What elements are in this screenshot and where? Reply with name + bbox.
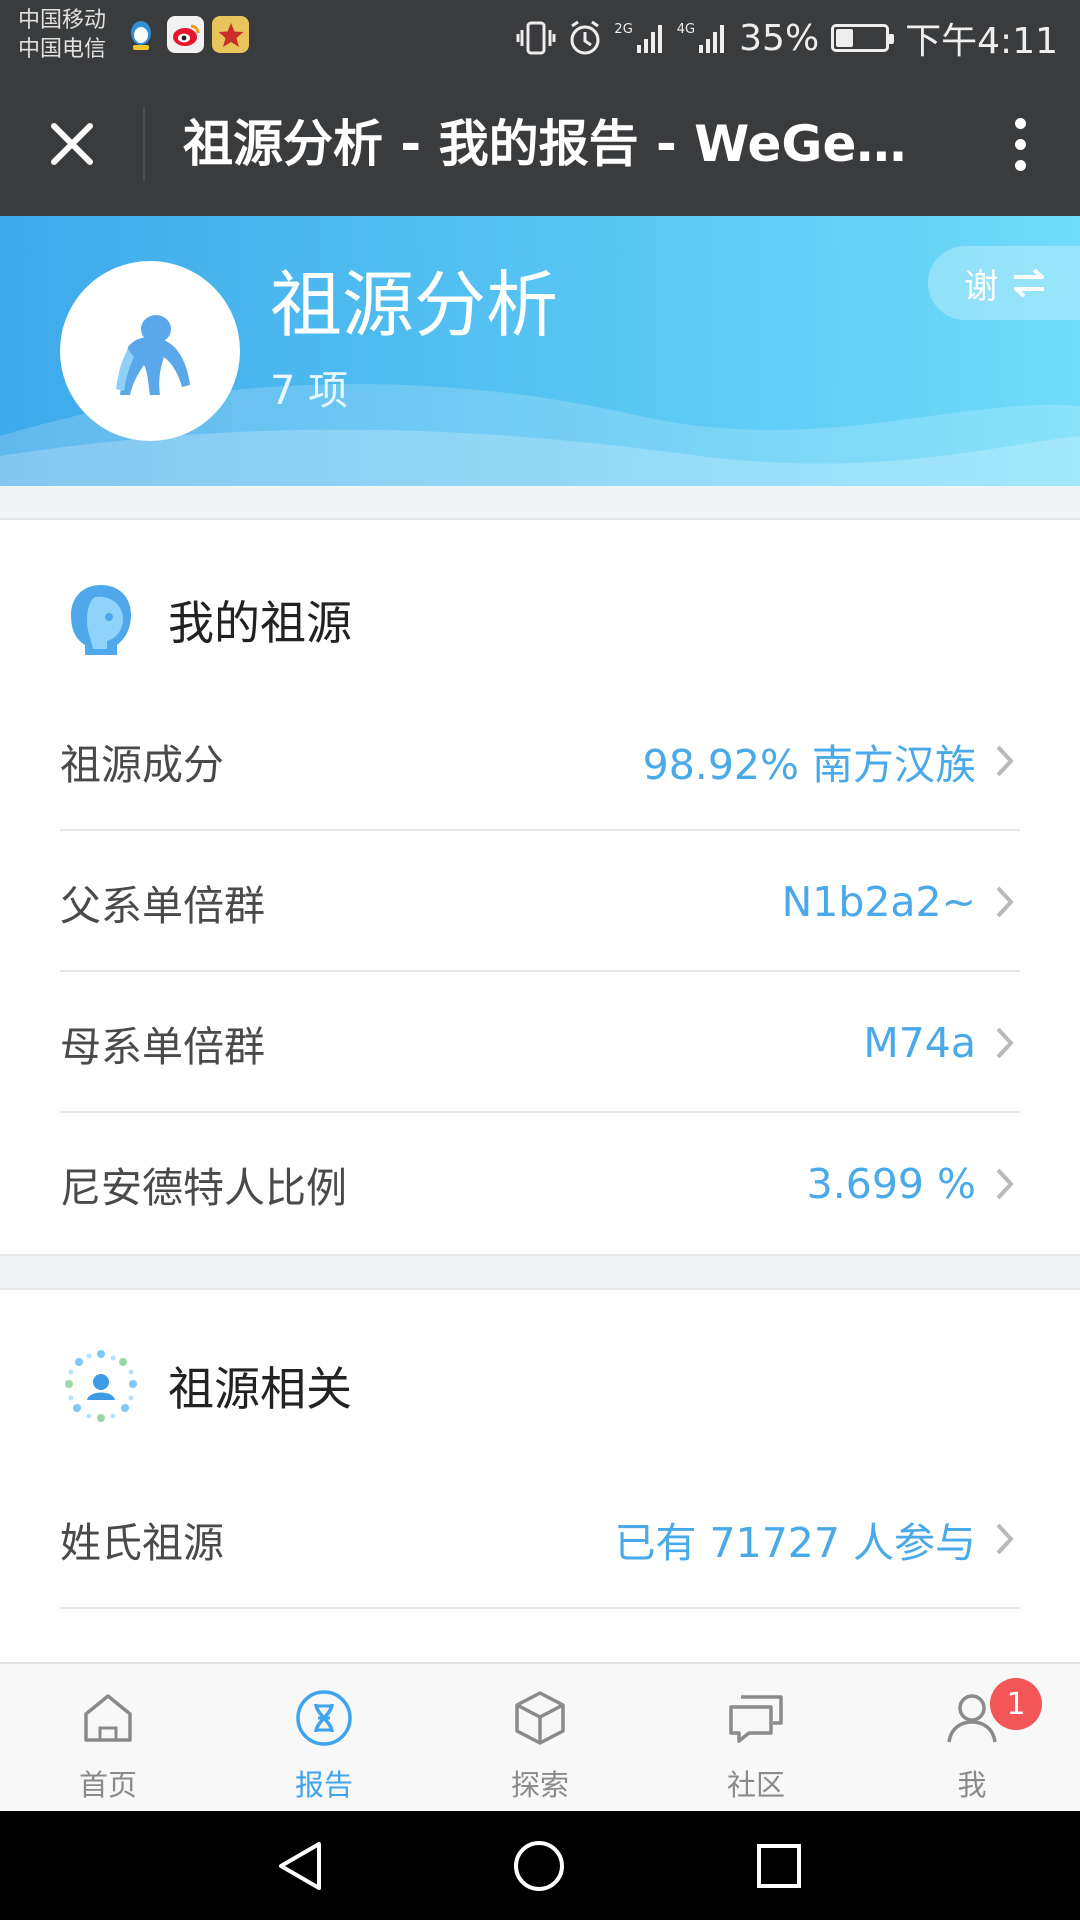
signal-icon [636, 25, 662, 53]
swap-arrows-icon [1014, 268, 1044, 298]
section-title: 我的祖源 [168, 596, 352, 650]
title-bar: 祖源分析 - 我的报告 - WeGen... [0, 71, 1080, 216]
back-button[interactable] [268, 1833, 334, 1899]
clock: 下午4:11 [905, 21, 1058, 62]
row-label: 祖源平均脸 [60, 1650, 265, 1663]
page-title: 祖源分析 - 我的报告 - WeGen... [183, 115, 923, 173]
more-dot [1014, 117, 1026, 129]
row-label: 姓氏祖源 [60, 1518, 224, 1567]
people-network-icon [60, 1345, 142, 1427]
row-value: 3.699 % [806, 1159, 976, 1208]
row-label: 父系单倍群 [60, 881, 265, 930]
section-header: 我的祖源 [60, 580, 352, 660]
chevron-right-icon [990, 1024, 1020, 1062]
ancestry-avatar [60, 261, 240, 441]
chevron-right-icon [990, 742, 1020, 780]
neanderthal-ratio-row[interactable]: 尼安德特人比例 3.699 % [60, 1113, 1020, 1254]
system-navigation-bar [0, 1811, 1080, 1920]
tab-community[interactable]: 社区 [648, 1664, 864, 1811]
home-circle-icon [514, 1841, 564, 1891]
dna-icon [292, 1686, 356, 1750]
recents-button[interactable] [746, 1833, 812, 1899]
tab-report[interactable]: 报告 [216, 1664, 432, 1811]
signal-2g: 2G [614, 23, 664, 53]
battery-icon [831, 24, 895, 52]
ape-icon [116, 315, 190, 395]
chat-icon [724, 1686, 788, 1750]
row-label: 祖源成分 [60, 740, 224, 789]
average-face-row[interactable]: 祖源平均脸 已有 11618 人参与 [60, 1609, 1020, 1663]
status-bar: 中国移动 中国电信 2G 4G 35% 下午4:11 [0, 0, 1080, 71]
row-label: 尼安德特人比例 [60, 1163, 347, 1212]
chevron-right-icon [990, 1165, 1020, 1203]
tab-label: 我 [957, 1768, 987, 1802]
section-title: 祖源相关 [168, 1362, 352, 1416]
row-label: 母系单倍群 [60, 1022, 265, 1071]
my-ancestry-section: 我的祖源 祖源成分 98.92% 南方汉族 父系单倍群 N1b2a2~ 母系单倍… [0, 520, 1080, 1254]
carrier-info: 中国移动 中国电信 [18, 6, 106, 64]
hero-banner: 祖源分析 7 项 谢 [0, 216, 1080, 486]
home-button[interactable] [506, 1833, 572, 1899]
row-value: 98.92% 南方汉族 [642, 740, 976, 789]
cube-icon [508, 1686, 572, 1750]
title-divider [143, 107, 145, 181]
tab-me[interactable]: 我 1 [864, 1664, 1080, 1811]
more-dot [1014, 159, 1026, 171]
more-menu-button[interactable] [990, 111, 1050, 177]
section-gap [0, 1254, 1080, 1290]
close-button[interactable] [30, 109, 114, 179]
notification-icons [122, 16, 249, 53]
paternal-haplogroup-row[interactable]: 父系单倍群 N1b2a2~ [60, 831, 1020, 972]
section-gap [0, 486, 1080, 520]
tab-explore[interactable]: 探索 [432, 1664, 648, 1811]
row-value: 已有 11618 人参与 [615, 1650, 977, 1663]
item-count: 7 项 [270, 368, 349, 414]
chevron-right-icon [990, 883, 1020, 921]
row-value: M74a [863, 1018, 976, 1067]
more-dot [1014, 138, 1026, 150]
hero-title: 祖源分析 [270, 263, 559, 347]
network-type-1: 2G [614, 22, 633, 37]
system-status: 2G 4G 35% 下午4:11 [516, 12, 1058, 64]
star-app-notification-icon [212, 16, 249, 53]
section-header: 祖源相关 [60, 1346, 352, 1426]
home-icon [76, 1686, 140, 1750]
surname-ancestry-row[interactable]: 姓氏祖源 已有 71727 人参与 [60, 1468, 1020, 1609]
carrier-1: 中国移动 [18, 8, 107, 33]
tab-label: 社区 [726, 1768, 785, 1802]
weibo-notification-icon [167, 16, 204, 53]
row-value: N1b2a2~ [781, 877, 976, 926]
tab-home[interactable]: 首页 [0, 1664, 216, 1811]
row-value: 已有 71727 人参与 [614, 1518, 977, 1567]
network-type-2: 4G [676, 22, 696, 37]
face-profile-icon [60, 579, 142, 661]
tab-label: 报告 [294, 1768, 353, 1802]
signal-icon [699, 25, 725, 53]
thanks-label: 谢 [964, 266, 998, 307]
alarm-icon [570, 20, 600, 55]
signal-4g: 4G [677, 23, 727, 53]
close-icon [51, 123, 93, 165]
tab-label: 首页 [78, 1768, 137, 1802]
carrier-2: 中国电信 [18, 37, 107, 62]
ancestry-related-section: 祖源相关 姓氏祖源 已有 71727 人参与 祖源平均脸 已有 11618 人参… [0, 1290, 1080, 1662]
recents-square-icon [757, 1844, 801, 1888]
chevron-right-icon [990, 1520, 1020, 1558]
maternal-haplogroup-row[interactable]: 母系单倍群 M74a [60, 972, 1020, 1113]
thanks-button[interactable]: 谢 [928, 246, 1080, 320]
bottom-tab-bar: 首页 报告 探索 社区 我 1 [0, 1662, 1080, 1811]
vibrate-icon [516, 21, 556, 55]
battery-percent: 35% [739, 17, 820, 59]
tab-label: 探索 [510, 1768, 569, 1802]
back-triangle-icon [279, 1842, 321, 1890]
ancestry-composition-row[interactable]: 祖源成分 98.92% 南方汉族 [60, 690, 1020, 831]
notification-badge: 1 [990, 1678, 1042, 1730]
qq-notification-icon [122, 16, 159, 53]
